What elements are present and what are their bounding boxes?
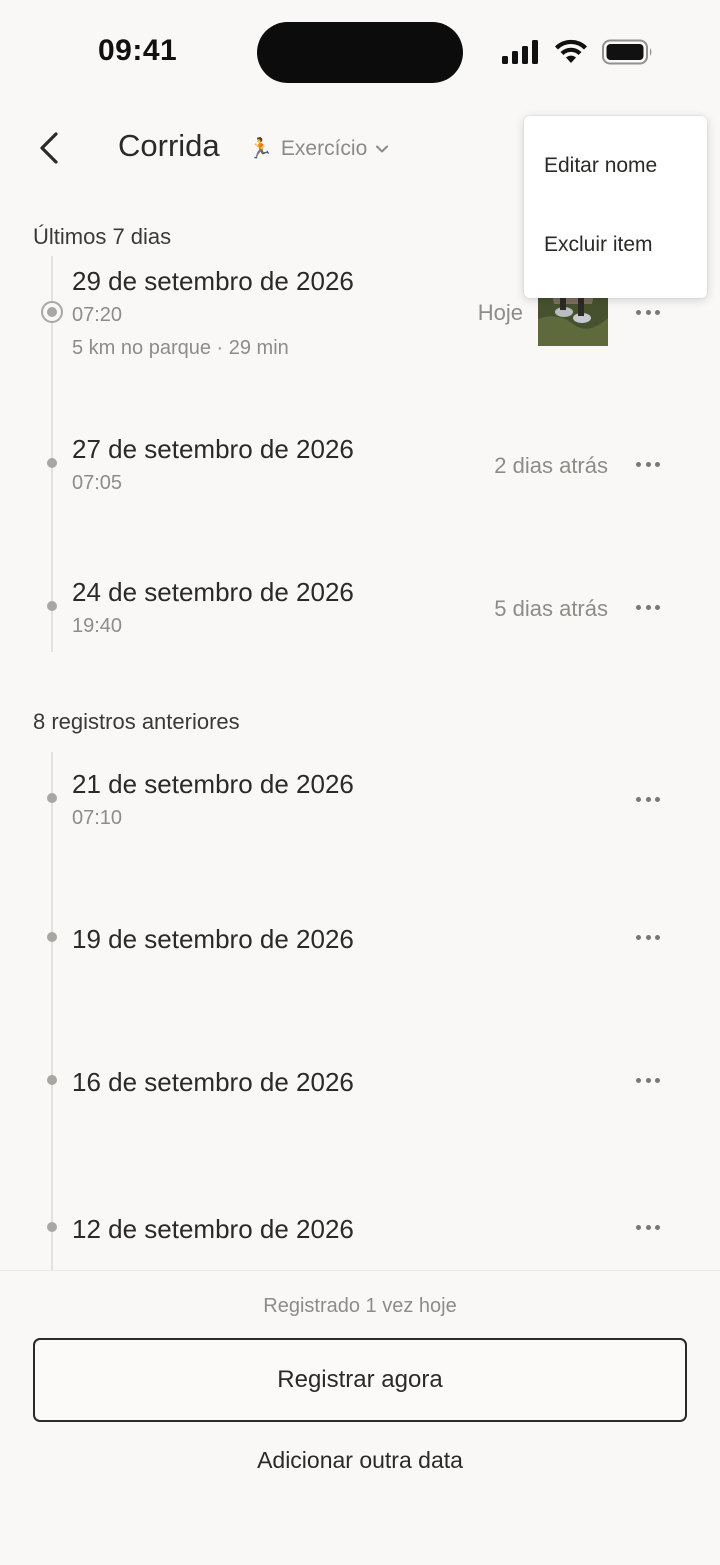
- entry-relative-date: Hoje: [477, 300, 523, 325]
- chevron-down-icon: [376, 145, 389, 152]
- battery-icon: [602, 39, 652, 65]
- menu-item-edit-name[interactable]: Editar nome: [544, 154, 657, 178]
- category-label: Exercício: [280, 136, 368, 160]
- entry-date: 16 de setembro de 2026: [72, 1067, 354, 1097]
- log-now-button[interactable]: Registrar agora: [33, 1338, 687, 1422]
- page-title: Corrida: [118, 128, 220, 163]
- entry-relative-date: 5 dias atrás: [494, 596, 608, 621]
- log-status-text: Registrado 1 vez hoje: [263, 1295, 457, 1317]
- status-bar: 09:41: [0, 0, 720, 100]
- timeline-marker: [47, 932, 57, 942]
- list-item[interactable]: 27 de setembro de 2026 07:05 2 dias atrá…: [0, 430, 720, 530]
- add-other-date-button[interactable]: Adicionar outra data: [0, 1447, 720, 1474]
- entry-date: 12 de setembro de 2026: [72, 1214, 354, 1244]
- menu-item-delete[interactable]: Excluir item: [544, 233, 653, 257]
- more-options-button[interactable]: [632, 1070, 664, 1090]
- entry-date: 27 de setembro de 2026: [72, 434, 354, 464]
- entry-date: 19 de setembro de 2026: [72, 924, 354, 954]
- context-menu: Editar nome Excluir item: [524, 116, 707, 298]
- entry-note: 5 km no parque · 29 min: [72, 337, 289, 359]
- category-selector[interactable]: 🏃 Exercício: [248, 136, 389, 161]
- entry-time: 19:40: [72, 615, 123, 637]
- entry-relative-date: 2 dias atrás: [494, 453, 608, 478]
- more-options-button[interactable]: [632, 789, 664, 809]
- footer: Registrado 1 vez hoje Registrar agora Ad…: [0, 1270, 720, 1565]
- runner-icon: 🏃: [248, 138, 273, 160]
- entry-date: 21 de setembro de 2026: [72, 769, 354, 799]
- timeline-marker: [47, 601, 57, 611]
- entry-date: 29 de setembro de 2026: [72, 266, 354, 296]
- list-item[interactable]: 12 de setembro de 2026: [0, 1210, 720, 1270]
- timeline-marker: [47, 1222, 57, 1232]
- more-options-button[interactable]: [632, 1217, 664, 1237]
- entry-time: 07:05: [72, 472, 123, 494]
- list-item[interactable]: 19 de setembro de 2026: [0, 920, 720, 980]
- entry-date: 24 de setembro de 2026: [72, 577, 354, 607]
- more-options-button[interactable]: [632, 597, 664, 617]
- status-icons: [502, 36, 654, 68]
- entry-time: 07:20: [72, 304, 123, 326]
- cellular-signal-icon: [502, 40, 538, 64]
- more-options-button[interactable]: [632, 927, 664, 947]
- more-options-button[interactable]: [632, 302, 664, 322]
- more-options-button[interactable]: [632, 454, 664, 474]
- section-label-older: 8 registros anteriores: [33, 709, 240, 734]
- back-button[interactable]: [28, 128, 68, 168]
- section-label-recent: Últimos 7 dias: [33, 224, 172, 249]
- entry-time: 07:10: [72, 807, 123, 829]
- dynamic-island: [257, 22, 463, 83]
- timeline-marker: [47, 1075, 57, 1085]
- timeline-marker-current: [41, 301, 63, 323]
- timeline-marker: [47, 458, 57, 468]
- list-item[interactable]: 24 de setembro de 2026 19:40 5 dias atrá…: [0, 573, 720, 673]
- status-time: 09:41: [98, 34, 178, 67]
- chevron-left-icon: [40, 132, 58, 164]
- timeline-marker: [47, 793, 57, 803]
- wifi-icon: [555, 39, 587, 63]
- list-item[interactable]: 21 de setembro de 2026 07:10: [0, 765, 720, 865]
- list-item[interactable]: 16 de setembro de 2026: [0, 1063, 720, 1123]
